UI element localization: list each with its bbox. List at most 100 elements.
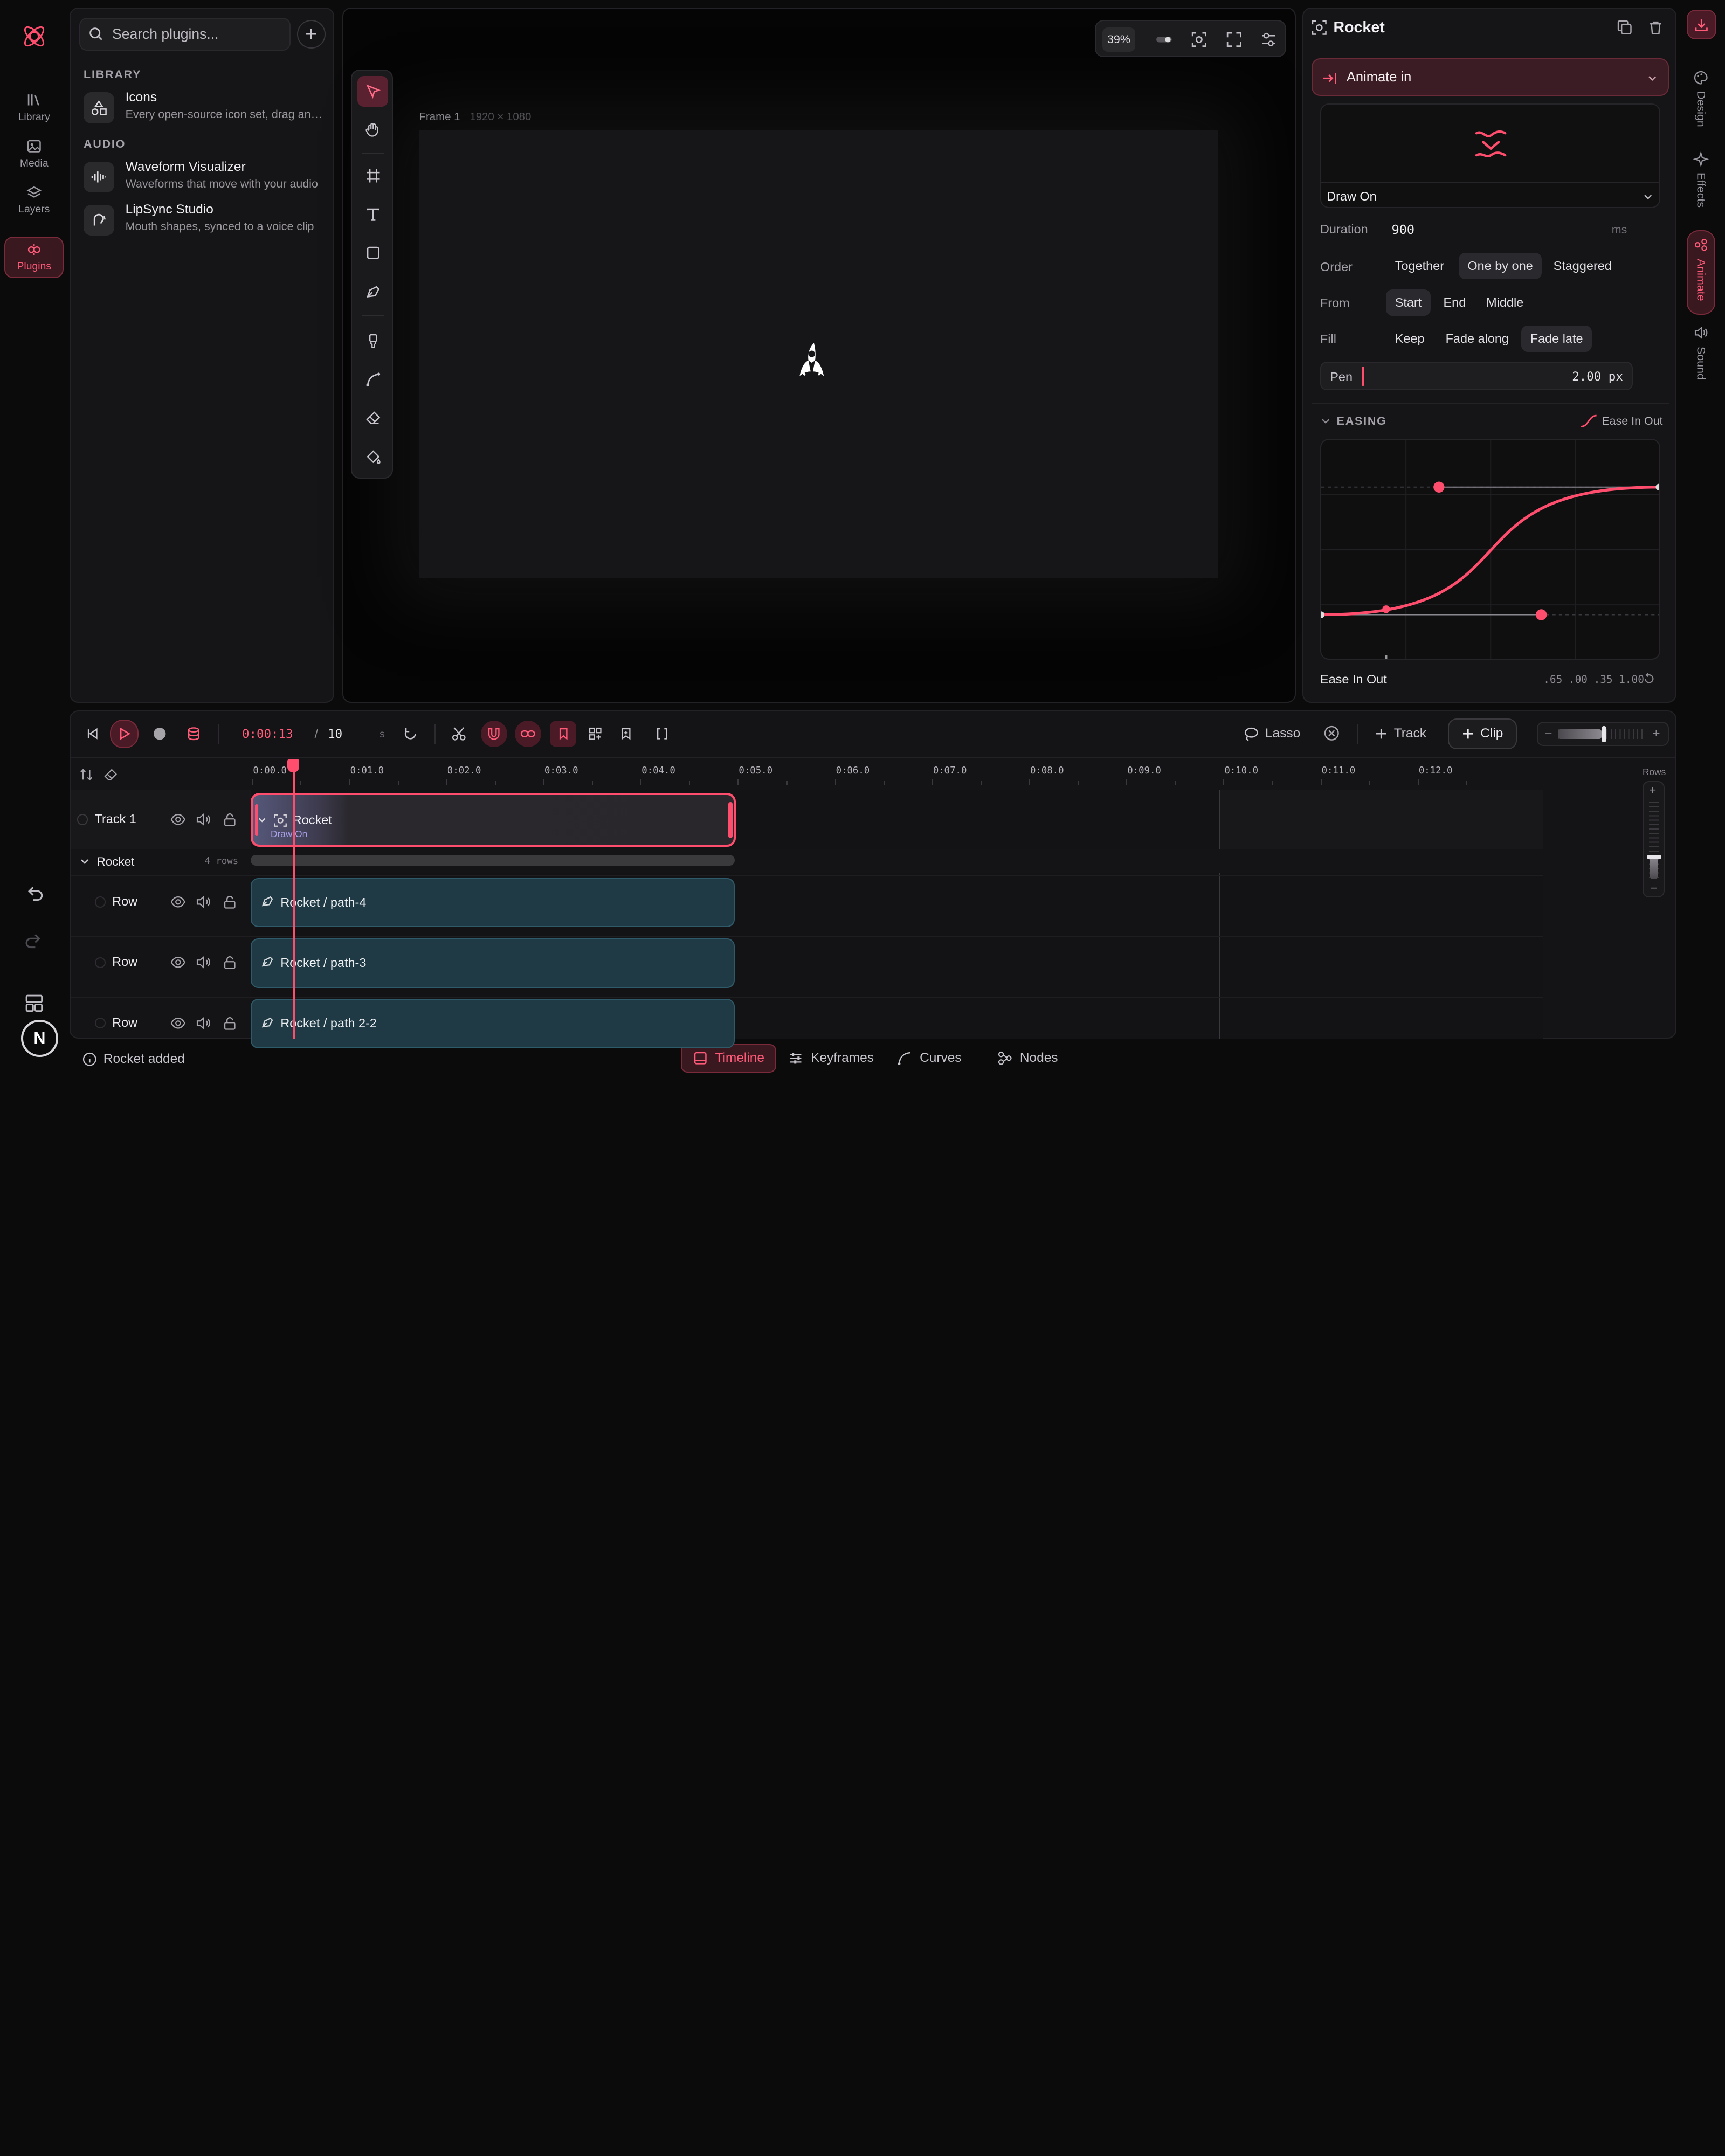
search-input[interactable]: Search plugins...	[112, 26, 219, 43]
add-track-button[interactable]: Track	[1375, 723, 1426, 745]
playhead-handle[interactable]	[287, 759, 300, 772]
lock-icon[interactable]	[222, 1015, 238, 1031]
pen-tool[interactable]	[357, 276, 388, 307]
lock-icon[interactable]	[222, 894, 238, 910]
group-bar[interactable]	[251, 854, 735, 866]
easing-preset-button[interactable]: Ease In Out	[1580, 413, 1662, 429]
select-tool[interactable]	[357, 75, 389, 107]
main-clip[interactable]: Rocket Draw On	[251, 793, 736, 847]
plugin-item-waveform-visualizer[interactable]: Waveform Visualizer Waveforms that move …	[84, 158, 336, 198]
group-name[interactable]: Rocket	[97, 855, 135, 869]
zoom-in-icon[interactable]: +	[1652, 726, 1660, 741]
cache-button[interactable]	[181, 721, 207, 747]
volume-icon[interactable]	[196, 955, 211, 970]
app-logo[interactable]	[20, 22, 49, 51]
fullscreen-button[interactable]	[1224, 30, 1244, 50]
zoom-slider-handle[interactable]	[1602, 725, 1606, 743]
zoom-out-icon[interactable]: −	[1544, 726, 1552, 741]
track-name[interactable]: Track 1	[95, 812, 136, 826]
side-tab-animate[interactable]: Animate	[1686, 230, 1715, 315]
plugin-item-lipsync-studio[interactable]: LipSync Studio Mouth shapes, synced to a…	[84, 201, 336, 240]
order-option-together[interactable]: Together	[1386, 253, 1453, 279]
fill-tool[interactable]	[357, 441, 388, 472]
link-button[interactable]	[515, 720, 542, 747]
current-time[interactable]: 0:00:13	[242, 727, 293, 741]
from-option-middle[interactable]: Middle	[1478, 289, 1533, 316]
brush-tool[interactable]	[357, 326, 388, 356]
toggle-bg-button[interactable]	[1154, 30, 1174, 50]
zoom-level[interactable]: 39%	[1102, 27, 1136, 52]
skip-to-start-button[interactable]	[79, 721, 106, 747]
lock-icon[interactable]	[222, 955, 238, 970]
fill-option-keep[interactable]: Keep	[1386, 326, 1433, 352]
chevron-down-icon[interactable]	[257, 815, 267, 825]
path-tool[interactable]	[357, 364, 388, 395]
order-option-staggered[interactable]: Staggered	[1544, 253, 1620, 279]
plugin-item-icons[interactable]: Icons Every open-source icon set, drag a…	[84, 89, 336, 128]
eye-icon[interactable]	[170, 812, 186, 827]
frame-tool[interactable]	[357, 161, 388, 191]
redo-button[interactable]	[24, 931, 44, 951]
chevron-down-icon[interactable]	[1320, 416, 1331, 426]
undo-button[interactable]	[24, 883, 44, 903]
pen-slider-handle[interactable]	[1362, 366, 1364, 386]
rows-slider-handle[interactable]	[1647, 854, 1661, 859]
row-select-dot[interactable]	[94, 896, 106, 908]
eraser-tool[interactable]	[357, 403, 388, 433]
rows-decrease-icon[interactable]: −	[1650, 881, 1657, 895]
plugin-search[interactable]: Search plugins...	[79, 17, 291, 51]
play-button[interactable]	[110, 719, 139, 748]
row-height-slider[interactable]: + −	[1642, 780, 1665, 898]
split-button[interactable]	[446, 721, 472, 747]
volume-icon[interactable]	[196, 894, 211, 910]
hand-tool[interactable]	[357, 114, 388, 145]
loop-button[interactable]	[397, 721, 424, 747]
eye-icon[interactable]	[170, 894, 186, 910]
export-button[interactable]	[1686, 10, 1716, 40]
pen-width-slider[interactable]: Pen 2.00 px	[1320, 362, 1633, 391]
row-clip[interactable]: Rocket / path-4	[251, 877, 735, 928]
clear-selection-button[interactable]	[1323, 725, 1340, 742]
rail-item-library[interactable]: Library	[4, 86, 64, 130]
delete-button[interactable]	[1648, 20, 1664, 36]
canvas-settings-button[interactable]	[1259, 30, 1279, 50]
side-tab-effects[interactable]: Effects	[1689, 150, 1713, 208]
row-select-dot[interactable]	[94, 957, 106, 968]
magnet-button[interactable]	[480, 720, 507, 747]
focus-button[interactable]	[1189, 30, 1209, 50]
eye-icon[interactable]	[170, 955, 186, 970]
chevron-down-icon[interactable]	[79, 856, 90, 867]
rail-item-media[interactable]: Media	[4, 132, 64, 176]
volume-icon[interactable]	[196, 1015, 211, 1031]
lasso-button[interactable]: Lasso	[1243, 723, 1300, 745]
marker-button[interactable]	[550, 720, 577, 747]
text-tool[interactable]	[357, 199, 388, 230]
fill-option-fade-along[interactable]: Fade along	[1437, 326, 1517, 352]
fill-option-fade-late[interactable]: Fade late	[1521, 326, 1592, 353]
lock-icon[interactable]	[222, 812, 238, 827]
eye-icon[interactable]	[170, 1015, 186, 1031]
layout-button[interactable]	[24, 993, 44, 1013]
rail-item-layers[interactable]: Layers	[4, 178, 64, 223]
side-tab-design[interactable]: Design	[1689, 71, 1713, 127]
record-button[interactable]	[146, 721, 172, 747]
duplicate-button[interactable]	[1617, 20, 1633, 36]
add-marker-button[interactable]	[613, 721, 639, 747]
clear-tracks-button[interactable]	[104, 768, 118, 782]
preset-card[interactable]: Draw On	[1320, 103, 1660, 208]
group-button[interactable]	[582, 721, 609, 747]
sort-button[interactable]	[79, 768, 94, 782]
row-label[interactable]: Row	[112, 1015, 137, 1030]
animate-type-dropdown[interactable]: Animate in	[1311, 58, 1669, 96]
row-clip[interactable]: Rocket / path 2-2	[251, 999, 735, 1048]
easing-curve-editor[interactable]	[1320, 439, 1660, 660]
rail-item-plugins[interactable]: Plugins	[4, 236, 64, 279]
row-label[interactable]: Row	[112, 955, 137, 969]
from-option-start[interactable]: Start	[1386, 289, 1431, 316]
volume-icon[interactable]	[196, 812, 211, 827]
rows-increase-icon[interactable]: +	[1649, 783, 1656, 797]
order-option-one-by-one[interactable]: One by one	[1459, 253, 1542, 280]
from-option-end[interactable]: End	[1434, 289, 1474, 316]
track-select-dot[interactable]	[77, 814, 88, 825]
rocket-graphic[interactable]	[790, 336, 836, 383]
